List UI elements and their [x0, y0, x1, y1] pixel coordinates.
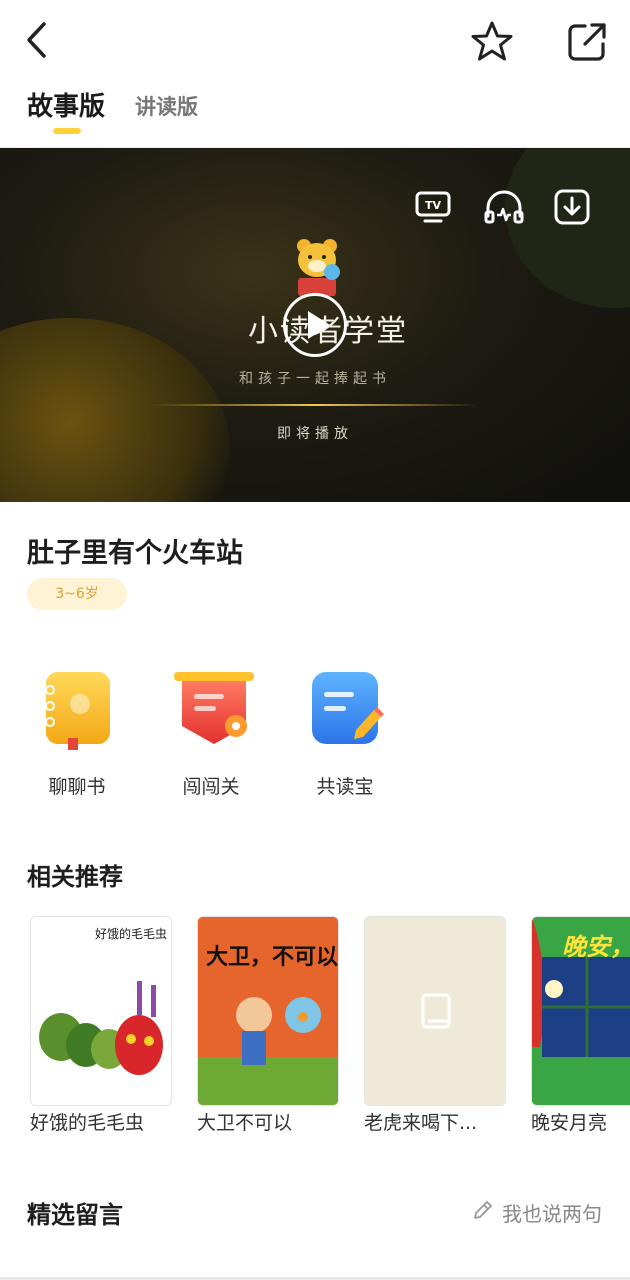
- recommend-name: 好饿的毛毛虫: [30, 1112, 145, 1134]
- tab-story[interactable]: 故事版: [27, 86, 105, 123]
- tab-reading[interactable]: 讲读版: [135, 91, 198, 121]
- headphones-icon: [484, 190, 524, 224]
- video-background-shape: [0, 318, 230, 502]
- external-share-icon: [568, 23, 606, 61]
- book-icon: [40, 668, 116, 750]
- version-tabs: 故事版 讲读版: [0, 80, 630, 140]
- cover-title: 好饿的毛毛虫: [95, 927, 168, 941]
- recommend-name: 老虎来喝下...: [364, 1112, 478, 1134]
- cover-title: 大卫，不可以: [206, 945, 339, 970]
- play-button[interactable]: [283, 293, 347, 357]
- top-bar: [0, 0, 630, 80]
- book-cover-placeholder: [364, 916, 506, 1106]
- video-background-shape: [505, 148, 630, 308]
- write-comment-label: 我也说两句: [502, 1202, 602, 1226]
- chat-book-button[interactable]: 聊聊书: [22, 668, 132, 808]
- active-tab-indicator: [53, 128, 81, 134]
- recommend-name: 大卫不可以: [197, 1112, 293, 1134]
- book-placeholder-icon: [421, 993, 451, 1029]
- tv-cast-button[interactable]: TV: [414, 188, 452, 226]
- share-button[interactable]: [565, 20, 609, 64]
- feature-label: 聊聊书: [48, 776, 106, 798]
- recommend-list[interactable]: 好饿的毛毛虫 好饿的毛毛虫 大卫，不可以 大卫不可以 老虎来喝下... 晚安 晚…: [0, 916, 630, 1146]
- feature-label: 闯闯关: [182, 776, 240, 798]
- audio-mode-button[interactable]: [484, 188, 524, 226]
- chevron-left-icon: [27, 22, 46, 58]
- book-cover: 晚安，月: [531, 916, 630, 1106]
- back-button[interactable]: [18, 20, 58, 60]
- recommend-section-title: 相关推荐: [27, 863, 123, 891]
- notepad-icon: [308, 668, 384, 750]
- recommend-name: 晚安月亮: [531, 1112, 608, 1134]
- flag-icon: [174, 668, 254, 750]
- cover-title: 晚安，月: [562, 933, 630, 961]
- tv-icon: TV: [415, 191, 451, 223]
- favorite-button[interactable]: [470, 20, 514, 64]
- write-comment-button[interactable]: 我也说两句: [472, 1197, 612, 1226]
- book-cover: 好饿的毛毛虫: [30, 916, 172, 1106]
- star-icon: [471, 21, 513, 61]
- video-slogan: 和孩子一起捧起书: [239, 371, 391, 387]
- pencil-icon: [474, 1201, 492, 1219]
- feature-label: 共读宝: [316, 776, 374, 798]
- svg-text:TV: TV: [425, 199, 442, 212]
- book-title: 肚子里有个火车站: [27, 538, 243, 569]
- video-player[interactable]: TV 小读者学堂 和孩子一起捧起书 即将播放: [0, 148, 630, 502]
- video-status: 即将播放: [277, 426, 353, 442]
- book-cover: 大卫，不可以: [197, 916, 339, 1106]
- age-badge: 3~6岁: [27, 578, 127, 610]
- download-button[interactable]: [553, 188, 591, 226]
- comments-section-title: 精选留言: [27, 1201, 123, 1229]
- play-icon: [308, 311, 330, 339]
- co-reading-button[interactable]: 共读宝: [290, 668, 400, 808]
- level-challenge-button[interactable]: 闯闯关: [156, 668, 266, 808]
- download-icon: [554, 189, 590, 225]
- decorative-line: [150, 404, 480, 406]
